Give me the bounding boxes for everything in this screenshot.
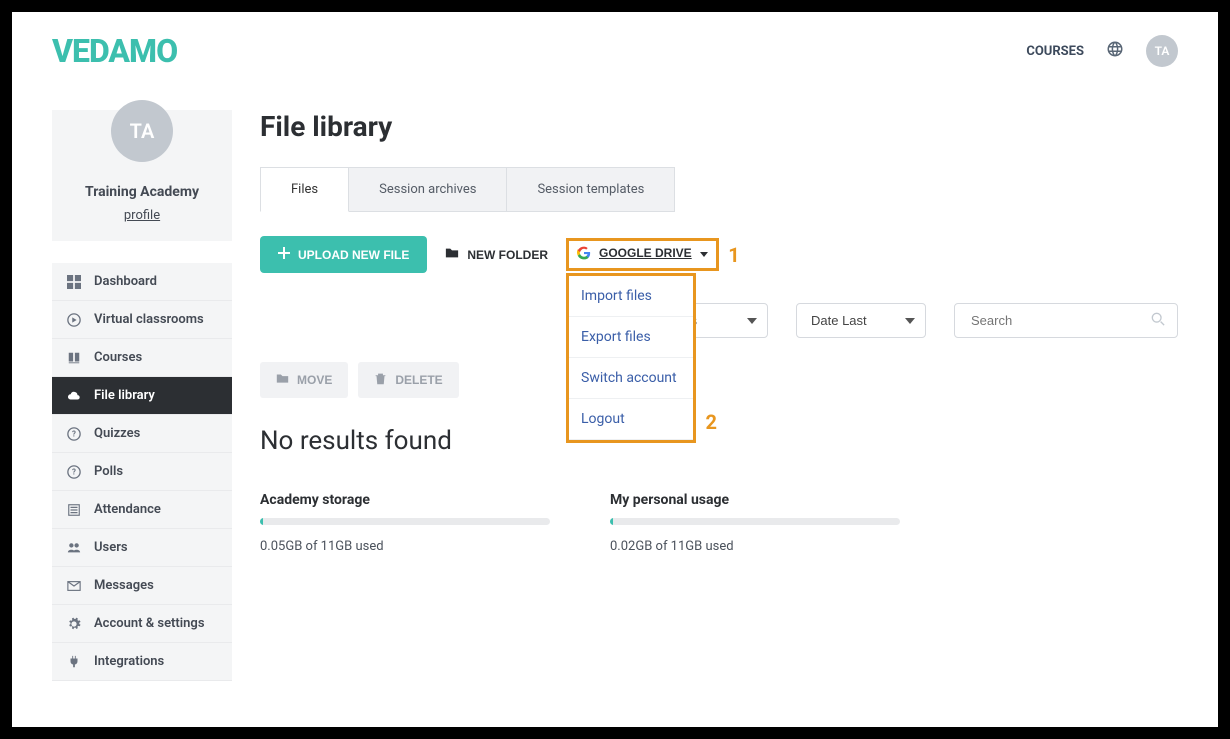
- cloud-icon: [66, 389, 82, 403]
- tab-files[interactable]: Files: [260, 167, 349, 212]
- nav-label: Virtual classrooms: [94, 312, 204, 327]
- filter-sort-select[interactable]: Date Last: [796, 303, 926, 338]
- profile-link[interactable]: profile: [124, 208, 160, 223]
- folder-icon: [445, 246, 459, 263]
- page-title: File library: [260, 110, 1178, 143]
- question-icon: ?: [66, 465, 82, 479]
- sidebar: TA Training Academy profile Dashboard Vi…: [52, 110, 232, 681]
- nav-quizzes[interactable]: ? Quizzes: [52, 415, 232, 453]
- no-results-text: No results found: [260, 426, 1178, 456]
- nav-label: Messages: [94, 578, 154, 593]
- academy-storage-block: Academy storage 0.05GB of 11GB used: [260, 492, 550, 554]
- play-icon: [66, 313, 82, 327]
- envelope-icon: [66, 579, 82, 593]
- google-icon: [577, 246, 591, 260]
- personal-storage-fill: [610, 518, 613, 525]
- nav-virtual-classrooms[interactable]: Virtual classrooms: [52, 301, 232, 339]
- nav-users[interactable]: Users: [52, 529, 232, 567]
- nav-file-library[interactable]: File library: [52, 377, 232, 415]
- nav-courses[interactable]: Courses: [52, 339, 232, 377]
- profile-avatar: TA: [111, 100, 173, 162]
- upload-label: UPLOAD NEW FILE: [298, 248, 409, 262]
- delete-label: DELETE: [395, 373, 442, 387]
- annotation-2: 2: [706, 410, 717, 434]
- nav-label: Quizzes: [94, 426, 140, 441]
- academy-storage-fill: [260, 518, 263, 525]
- personal-storage-title: My personal usage: [610, 492, 900, 508]
- globe-icon[interactable]: [1106, 40, 1124, 63]
- nav-label: Integrations: [94, 654, 164, 669]
- search-input[interactable]: [967, 304, 1151, 337]
- nav-label: Attendance: [94, 502, 161, 517]
- plus-icon: [278, 247, 290, 262]
- svg-text:?: ?: [72, 467, 76, 476]
- plug-icon: [66, 655, 82, 669]
- academy-storage-text: 0.05GB of 11GB used: [260, 539, 550, 554]
- users-icon: [66, 541, 82, 555]
- brand-logo: VEDAMO: [52, 32, 177, 70]
- dashboard-icon: [66, 275, 82, 289]
- nav-attendance[interactable]: Attendance: [52, 491, 232, 529]
- google-drive-button[interactable]: GOOGLE DRIVE: [577, 246, 708, 260]
- storage-row: Academy storage 0.05GB of 11GB used My p…: [260, 492, 1178, 554]
- user-avatar[interactable]: TA: [1146, 35, 1178, 67]
- nav-label: Users: [94, 540, 128, 555]
- gdrive-import-files[interactable]: Import files: [569, 276, 693, 317]
- book-icon: [66, 351, 82, 365]
- profile-name: Training Academy: [62, 184, 222, 200]
- gdrive-export-files[interactable]: Export files: [569, 317, 693, 358]
- new-folder-button[interactable]: NEW FOLDER: [445, 246, 548, 263]
- gdrive-switch-account[interactable]: Switch account: [569, 358, 693, 399]
- tabs: Files Session archives Session templates: [260, 167, 1178, 212]
- personal-storage-block: My personal usage 0.02GB of 11GB used: [610, 492, 900, 554]
- nav-dashboard[interactable]: Dashboard: [52, 263, 232, 301]
- app-window: VEDAMO COURSES TA TA Training Academy pr…: [12, 12, 1218, 727]
- tab-session-templates[interactable]: Session templates: [507, 167, 675, 212]
- move-button[interactable]: MOVE: [260, 362, 348, 398]
- list-icon: [66, 503, 82, 517]
- nav-integrations[interactable]: Integrations: [52, 643, 232, 681]
- main: File library Files Session archives Sess…: [260, 110, 1178, 681]
- nav-label: Polls: [94, 464, 123, 479]
- search-icon: [1151, 312, 1165, 330]
- personal-storage-text: 0.02GB of 11GB used: [610, 539, 900, 554]
- nav-label: Dashboard: [94, 274, 157, 289]
- upload-new-file-button[interactable]: UPLOAD NEW FILE: [260, 236, 427, 273]
- search-wrap: [954, 303, 1178, 338]
- delete-button[interactable]: DELETE: [358, 362, 458, 398]
- topbar-right: COURSES TA: [1026, 35, 1178, 67]
- new-folder-label: NEW FOLDER: [467, 248, 548, 262]
- filters-row: My files Date Last: [260, 303, 1178, 338]
- nav-account-settings[interactable]: Account & settings: [52, 605, 232, 643]
- nav-label: File library: [94, 388, 155, 403]
- gear-icon: [66, 617, 82, 631]
- personal-storage-progress: [610, 518, 900, 525]
- academy-storage-progress: [260, 518, 550, 525]
- toolbar: UPLOAD NEW FILE NEW FOLDER GOOGLE DRIVE …: [260, 236, 1178, 273]
- gdrive-logout[interactable]: Logout: [569, 399, 693, 440]
- move-label: MOVE: [297, 373, 332, 387]
- question-icon: ?: [66, 427, 82, 441]
- nav-label: Account & settings: [94, 616, 205, 631]
- nav-polls[interactable]: ? Polls: [52, 453, 232, 491]
- annotation-1: 1: [728, 243, 739, 267]
- svg-text:?: ?: [72, 429, 76, 438]
- topbar: VEDAMO COURSES TA: [12, 12, 1218, 80]
- trash-icon: [374, 372, 387, 388]
- nav-label: Courses: [94, 350, 142, 365]
- profile-card: TA Training Academy profile: [52, 110, 232, 241]
- courses-link[interactable]: COURSES: [1026, 44, 1084, 59]
- google-drive-label: GOOGLE DRIVE: [599, 246, 692, 260]
- tab-session-archives[interactable]: Session archives: [349, 167, 507, 212]
- google-drive-dropdown-wrap: GOOGLE DRIVE 1 Import files Export files…: [566, 238, 719, 271]
- content: TA Training Academy profile Dashboard Vi…: [12, 80, 1218, 681]
- google-drive-menu: Import files Export files Switch account…: [566, 273, 696, 443]
- academy-storage-title: Academy storage: [260, 492, 550, 508]
- nav-messages[interactable]: Messages: [52, 567, 232, 605]
- actions-row: MOVE DELETE: [260, 362, 1178, 398]
- sidebar-nav: Dashboard Virtual classrooms Courses Fil…: [52, 263, 232, 681]
- chevron-down-icon: [700, 246, 708, 260]
- folder-icon: [276, 372, 289, 388]
